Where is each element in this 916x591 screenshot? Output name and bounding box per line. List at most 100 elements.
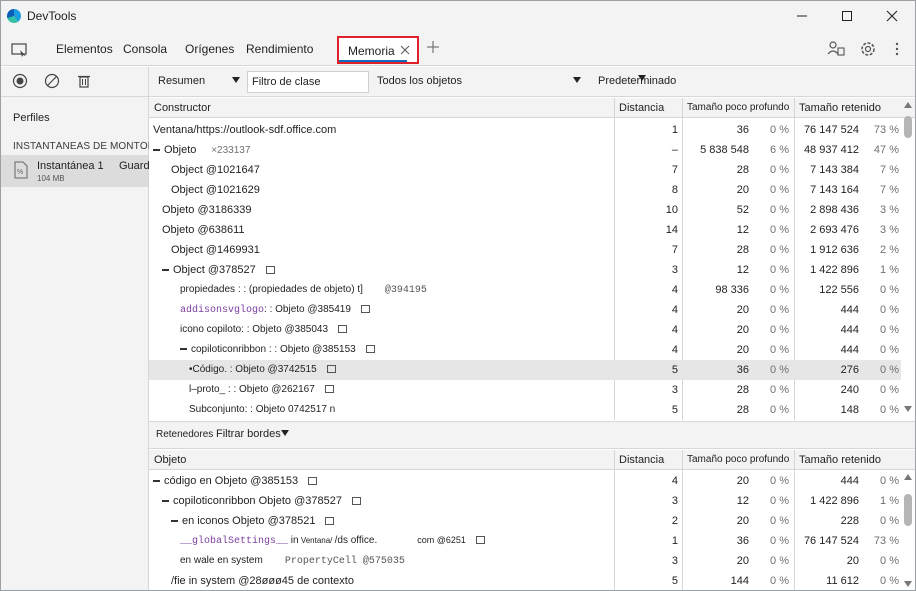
retained-size-value: 1 422 896 xyxy=(810,264,859,276)
expand-toggle-icon[interactable] xyxy=(162,500,169,503)
retained-size-percent: 2 % xyxy=(880,244,899,256)
device-toggle-icon[interactable] xyxy=(11,42,29,61)
shallow-size-value: 12 xyxy=(736,224,749,236)
retained-size-value: 148 xyxy=(840,404,859,416)
col-shallow-size[interactable]: Tamaño poco profundo xyxy=(687,454,789,465)
main-row[interactable]: addisonsvglogo: : Objeto @385419 4 20 0 % 44… xyxy=(149,300,901,320)
reveal-icon[interactable] xyxy=(475,536,485,545)
shallow-size-value: 28 xyxy=(736,384,749,396)
row-name: Object @1469931 xyxy=(171,244,260,256)
reveal-icon[interactable] xyxy=(308,477,318,486)
scroll-thumb[interactable] xyxy=(904,116,912,138)
reveal-icon[interactable] xyxy=(324,385,334,394)
tab-performance[interactable]: Rendimiento xyxy=(246,42,313,56)
row-name: Objeto ×233137 xyxy=(153,144,250,156)
objects-filter-select[interactable]: Todos los objetos xyxy=(377,75,462,87)
scroll-thumb[interactable] xyxy=(904,494,912,526)
main-row[interactable]: Object @378527 3 12 0 % 1 422 896 1 % xyxy=(149,260,901,280)
shallow-size-percent: 0 % xyxy=(770,204,789,216)
col-distance[interactable]: Distancia xyxy=(619,102,664,114)
col-constructor[interactable]: Constructor xyxy=(154,102,211,114)
col-retained-size[interactable]: Tamaño retenido xyxy=(799,454,881,466)
main-row[interactable]: Objeto @638611 14 12 0 % 2 693 476 3 % xyxy=(149,220,901,240)
main-row[interactable]: copiloticonribbon : : Objeto @385153 4 20 0… xyxy=(149,340,901,360)
scroll-up-icon[interactable] xyxy=(904,102,912,108)
maximize-button[interactable] xyxy=(832,5,862,27)
ret-row[interactable]: /fie in system @28øøø45 de contexto 5 144 0… xyxy=(149,571,901,590)
expand-toggle-icon[interactable] xyxy=(180,348,187,351)
reveal-icon[interactable] xyxy=(325,517,335,526)
tab-memory[interactable]: Memoria xyxy=(337,36,419,64)
ret-row[interactable]: código en Objeto @385153 4 20 0 % 444 0 % xyxy=(149,471,901,491)
scrollbar[interactable] xyxy=(904,474,912,587)
row-count: ×233137 xyxy=(208,145,251,156)
ret-row[interactable]: en wale en system PropertyCell @575035 3 20… xyxy=(149,551,901,571)
clear-icon[interactable] xyxy=(44,73,60,92)
retained-size-value: 76 147 524 xyxy=(803,535,859,547)
expand-toggle-icon[interactable] xyxy=(162,269,169,272)
ret-row[interactable]: copiloticonribbon Objeto @378527 3 12 0 % 1 … xyxy=(149,491,901,511)
col-retained-size[interactable]: Tamaño retenido xyxy=(799,102,881,114)
shallow-size-value: 36 xyxy=(736,124,749,136)
reveal-icon[interactable] xyxy=(360,305,370,314)
expand-toggle-icon[interactable] xyxy=(171,520,178,523)
record-icon[interactable] xyxy=(12,73,28,92)
reveal-icon[interactable] xyxy=(326,365,336,374)
main-row[interactable]: Object @1021629 8 20 0 % 7 143 164 7 % xyxy=(149,180,901,200)
main-row[interactable]: Objeto ×233137 – 5 838 548 6 % 48 937 412 47 … xyxy=(149,140,901,160)
retained-size-percent: 0 % xyxy=(880,384,899,396)
main-row[interactable]: Subconjunto: : Objeto 0742517 n 5 28 0 % 148… xyxy=(149,400,901,420)
active-tab-indicator xyxy=(339,60,407,62)
tab-sources[interactable]: Orígenes xyxy=(185,42,234,56)
main-row[interactable]: Ventana/https://outlook-sdf.office.com 1 3… xyxy=(149,120,901,140)
shallow-size-value: 28 xyxy=(736,164,749,176)
view-select[interactable]: Resumen xyxy=(158,75,205,87)
main-row[interactable]: Object @1021647 7 28 0 % 7 143 384 7 % xyxy=(149,160,901,180)
scroll-down-icon[interactable] xyxy=(904,406,912,412)
col-distance[interactable]: Distancia xyxy=(619,454,664,466)
reveal-icon[interactable] xyxy=(338,325,348,334)
filter-edges-select[interactable]: Filtrar bordes xyxy=(216,428,281,440)
ret-row[interactable]: en iconos Objeto @378521 2 20 0 % 228 0 % xyxy=(149,511,901,531)
main-row[interactable]: Object @1469931 7 28 0 % 1 912 636 2 % xyxy=(149,240,901,260)
retained-size-value: 228 xyxy=(840,515,859,527)
close-tab-icon[interactable] xyxy=(400,45,410,58)
col-shallow-size[interactable]: Tamaño poco profundo xyxy=(687,102,789,113)
close-window-button[interactable] xyxy=(877,5,907,27)
main-row[interactable]: l–proto_ : : Objeto @262167 3 28 0 % 240 0 % xyxy=(149,380,901,400)
retained-size-percent: 0 % xyxy=(880,475,899,487)
tab-elements[interactable]: Elementos xyxy=(56,42,113,56)
plus-icon[interactable] xyxy=(426,40,440,57)
shallow-size-percent: 0 % xyxy=(770,224,789,236)
more-icon[interactable] xyxy=(894,40,900,61)
reveal-icon[interactable] xyxy=(351,497,361,506)
scroll-up-icon[interactable] xyxy=(904,474,912,480)
retained-size-value: 7 143 164 xyxy=(810,184,859,196)
main-row[interactable]: •Código. : Objeto @3742515 5 36 0 % 276 0 % xyxy=(149,360,901,380)
retained-size-value: 122 556 xyxy=(819,284,859,296)
heap-snapshots-header: INSTANTÁNEAS DE MONTÓN xyxy=(13,141,149,152)
class-filter-input[interactable]: Filtro de clase xyxy=(247,71,369,93)
settings-icon[interactable] xyxy=(859,40,877,61)
main-row[interactable]: Objeto @3186339 10 52 0 % 2 898 436 3 % xyxy=(149,200,901,220)
trash-icon[interactable] xyxy=(77,73,91,92)
retained-size-value: 276 xyxy=(840,364,859,376)
reveal-icon[interactable] xyxy=(265,266,275,275)
distance-value: 3 xyxy=(671,555,678,567)
scroll-down-icon[interactable] xyxy=(904,581,912,587)
main-row[interactable]: propiedades : : (propiedades de objeto) … xyxy=(149,280,901,300)
ret-row[interactable]: __globalSettings__ in Ventana/ /ds offic… xyxy=(149,531,901,551)
tab-console[interactable]: Consola xyxy=(123,42,167,56)
distance-value: 7 xyxy=(671,164,678,176)
scrollbar[interactable] xyxy=(904,102,912,412)
expand-toggle-icon[interactable] xyxy=(153,149,160,152)
col-object[interactable]: Objeto xyxy=(154,454,186,466)
row-label: Subconjunto: : Objeto 0742517 n xyxy=(189,404,336,415)
main-row[interactable]: icono copiloto: : Objeto @385043 4 20 0 % 44… xyxy=(149,320,901,340)
reveal-icon[interactable] xyxy=(365,345,375,354)
customize-icon[interactable] xyxy=(827,40,845,61)
minimize-button[interactable] xyxy=(787,5,817,27)
snapshot-item[interactable]: % Instantánea 1 104 MB Guardar xyxy=(1,155,159,187)
expand-toggle-icon[interactable] xyxy=(153,480,160,483)
retainers-label[interactable]: Retenedores xyxy=(156,429,213,440)
